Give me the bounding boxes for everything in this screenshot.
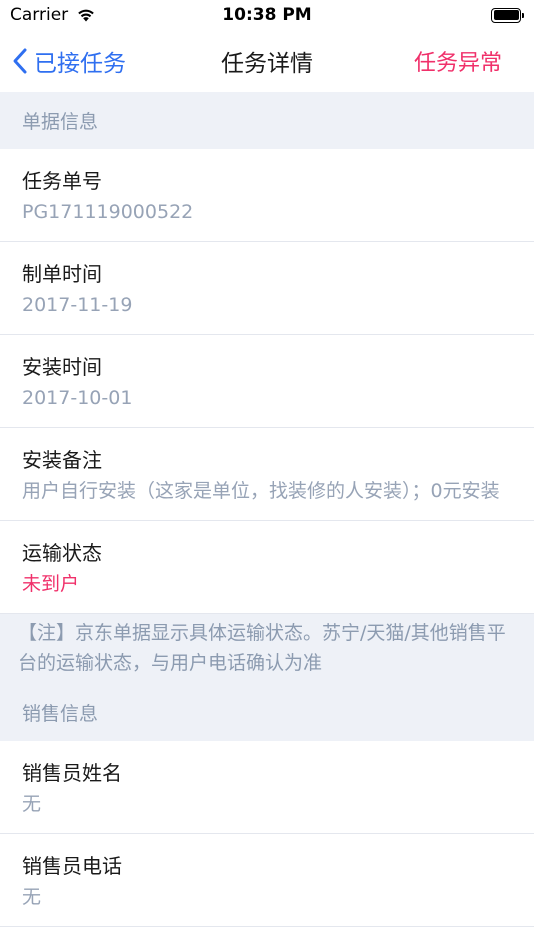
- back-label: 已接任务: [34, 51, 126, 77]
- transport-status-value: 未到户: [22, 573, 80, 595]
- row-label: 安装备注: [22, 448, 102, 472]
- chevron-left-icon: [13, 48, 27, 74]
- wifi-icon: [78, 9, 94, 22]
- task-exception-button[interactable]: 任务异常: [414, 45, 534, 77]
- row-label: 销售员姓名: [22, 761, 122, 785]
- detail-content[interactable]: 单据信息 任务单号 PG171119000522 制单时间 2017-11-19…: [0, 92, 534, 927]
- battery-icon: [491, 7, 524, 23]
- row-task-number: 任务单号 PG171119000522: [0, 149, 534, 242]
- row-install-note: 安装备注 用户自行安装（这家是单位，找装修的人安装）；0元安装: [0, 428, 534, 521]
- row-transport-status: 运输状态 未到户: [0, 521, 534, 614]
- status-bar: Carrier 10:38 PM: [0, 0, 534, 30]
- row-value: 用户自行安装（这家是单位，找装修的人安装）；0元安装: [22, 480, 500, 502]
- row-salesperson-name: 销售员姓名 无: [0, 741, 534, 834]
- row-salesperson-phone: 销售员电话 无: [0, 834, 534, 927]
- row-label: 制单时间: [22, 262, 102, 286]
- carrier-info: Carrier: [10, 5, 96, 25]
- back-button[interactable]: 已接任务: [0, 44, 126, 78]
- navigation-bar: 已接任务 任务详情 任务异常: [0, 30, 534, 92]
- row-create-time: 制单时间 2017-11-19: [0, 242, 534, 335]
- row-install-time: 安装时间 2017-10-01: [0, 335, 534, 428]
- row-label: 安装时间: [22, 355, 102, 379]
- row-value: 无: [22, 886, 42, 908]
- section-header-sales-info: 销售信息: [0, 684, 534, 741]
- carrier-label: Carrier: [10, 5, 69, 25]
- transport-note: 【注】京东单据显示具体运输状态。苏宁/天猫/其他销售平台的运输状态，与用户电话确…: [0, 614, 534, 684]
- row-label: 销售员电话: [22, 854, 122, 878]
- section-header-doc-info: 单据信息: [0, 92, 534, 149]
- row-value: 2017-11-19: [22, 294, 133, 316]
- row-value: 2017-10-01: [22, 387, 133, 409]
- row-label: 任务单号: [22, 169, 102, 193]
- row-label: 运输状态: [22, 541, 102, 565]
- row-value: PG171119000522: [22, 201, 194, 223]
- row-value: 无: [22, 793, 42, 815]
